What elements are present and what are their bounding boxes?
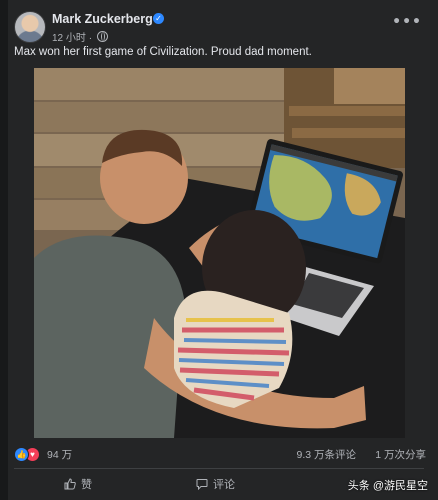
thumbs-up-icon [64, 478, 76, 490]
author-name[interactable]: Mark Zuckerberg [52, 12, 153, 26]
reactions-stats: 👍 ♥ 94 万 9.3 万条评论 1 万次分享 [14, 445, 426, 463]
post-photo[interactable] [34, 68, 405, 438]
comment-button[interactable]: 评论 [196, 476, 235, 492]
more-options-button[interactable]: ••• [392, 14, 422, 30]
post-text: Max won her first game of Civilization. … [14, 46, 312, 58]
photo-illustration [34, 68, 405, 438]
comment-count[interactable]: 9.3 万条评论 [296, 447, 356, 462]
globe-icon [96, 31, 108, 42]
author-avatar[interactable] [14, 11, 46, 43]
post-header: Mark Zuckerberg ✓ 12 小时 · ••• [10, 10, 430, 44]
comment-label: 评论 [213, 479, 235, 491]
share-count[interactable]: 1 万次分享 [375, 447, 426, 462]
like-button[interactable]: 赞 [64, 476, 92, 492]
post-meta: 12 小时 · [52, 29, 108, 44]
verified-badge-icon: ✓ [153, 13, 164, 24]
divider [14, 468, 424, 469]
facebook-post: Mark Zuckerberg ✓ 12 小时 · ••• Max won he… [0, 0, 438, 500]
post-time[interactable]: 12 小时 [52, 33, 86, 44]
meta-separator: · [88, 33, 93, 44]
like-reaction-icon[interactable]: 👍 [14, 447, 29, 462]
left-edge [0, 0, 8, 500]
like-label: 赞 [81, 479, 92, 491]
comment-bubble-icon [196, 479, 208, 490]
reaction-count[interactable]: 94 万 [47, 447, 72, 462]
watermark: 头条 @游民星空 [347, 480, 428, 492]
